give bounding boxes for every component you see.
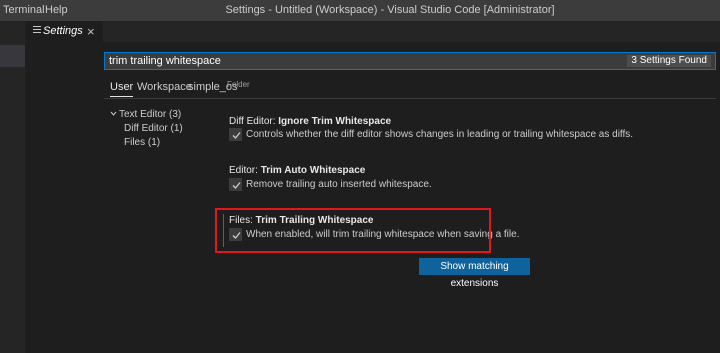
sidebar-selected-row	[0, 45, 25, 67]
show-matching-extensions-button[interactable]: Show matching extensions	[419, 258, 530, 289]
title-bar: Terminal Help Settings - Untitled (Works…	[0, 0, 720, 21]
toc-item-files[interactable]: Files (1)	[124, 136, 160, 149]
tab-settings[interactable]: Settings ×	[25, 21, 103, 42]
settings-editor-icon	[32, 24, 42, 39]
tab-workspace[interactable]: Workspace	[137, 78, 192, 96]
settings-search-input[interactable]: trim trailing whitespace 3 Settings Foun…	[104, 52, 716, 70]
setting-description: Remove trailing auto inserted whitespace…	[246, 179, 432, 190]
window-title: Settings - Untitled (Workspace) - Visual…	[225, 4, 555, 16]
sidebar-edge	[0, 21, 25, 353]
settings-found-count-badge: 3 Settings Found	[627, 55, 711, 67]
checkmark-icon	[232, 132, 241, 139]
tab-close-icon[interactable]: ×	[87, 21, 95, 42]
toc-item-text-editor[interactable]: Text Editor (3)	[119, 108, 181, 121]
editor-tab-bar: Settings ×	[25, 21, 720, 42]
search-input-value[interactable]: trim trailing whitespace	[109, 53, 221, 69]
setting-title-diff-editor: Diff Editor: Ignore Trim Whitespace	[229, 116, 392, 127]
setting-description: Controls whether the diff editor shows c…	[246, 129, 634, 140]
chevron-down-icon[interactable]	[110, 110, 117, 119]
scope-divider	[104, 98, 716, 99]
tab-user[interactable]: User	[110, 78, 134, 97]
setting-checkbox-ignore-trim-whitespace[interactable]	[229, 128, 242, 141]
annotation-highlight-box	[215, 208, 491, 253]
checkmark-icon	[232, 182, 241, 189]
setting-title-editor: Editor: Trim Auto Whitespace	[229, 165, 366, 176]
setting-checkbox-trim-auto-whitespace[interactable]	[229, 178, 242, 191]
folder-tag: Folder	[227, 80, 250, 89]
tab-settings-label: Settings	[43, 25, 83, 37]
toc-item-diff-editor[interactable]: Diff Editor (1)	[124, 122, 183, 135]
